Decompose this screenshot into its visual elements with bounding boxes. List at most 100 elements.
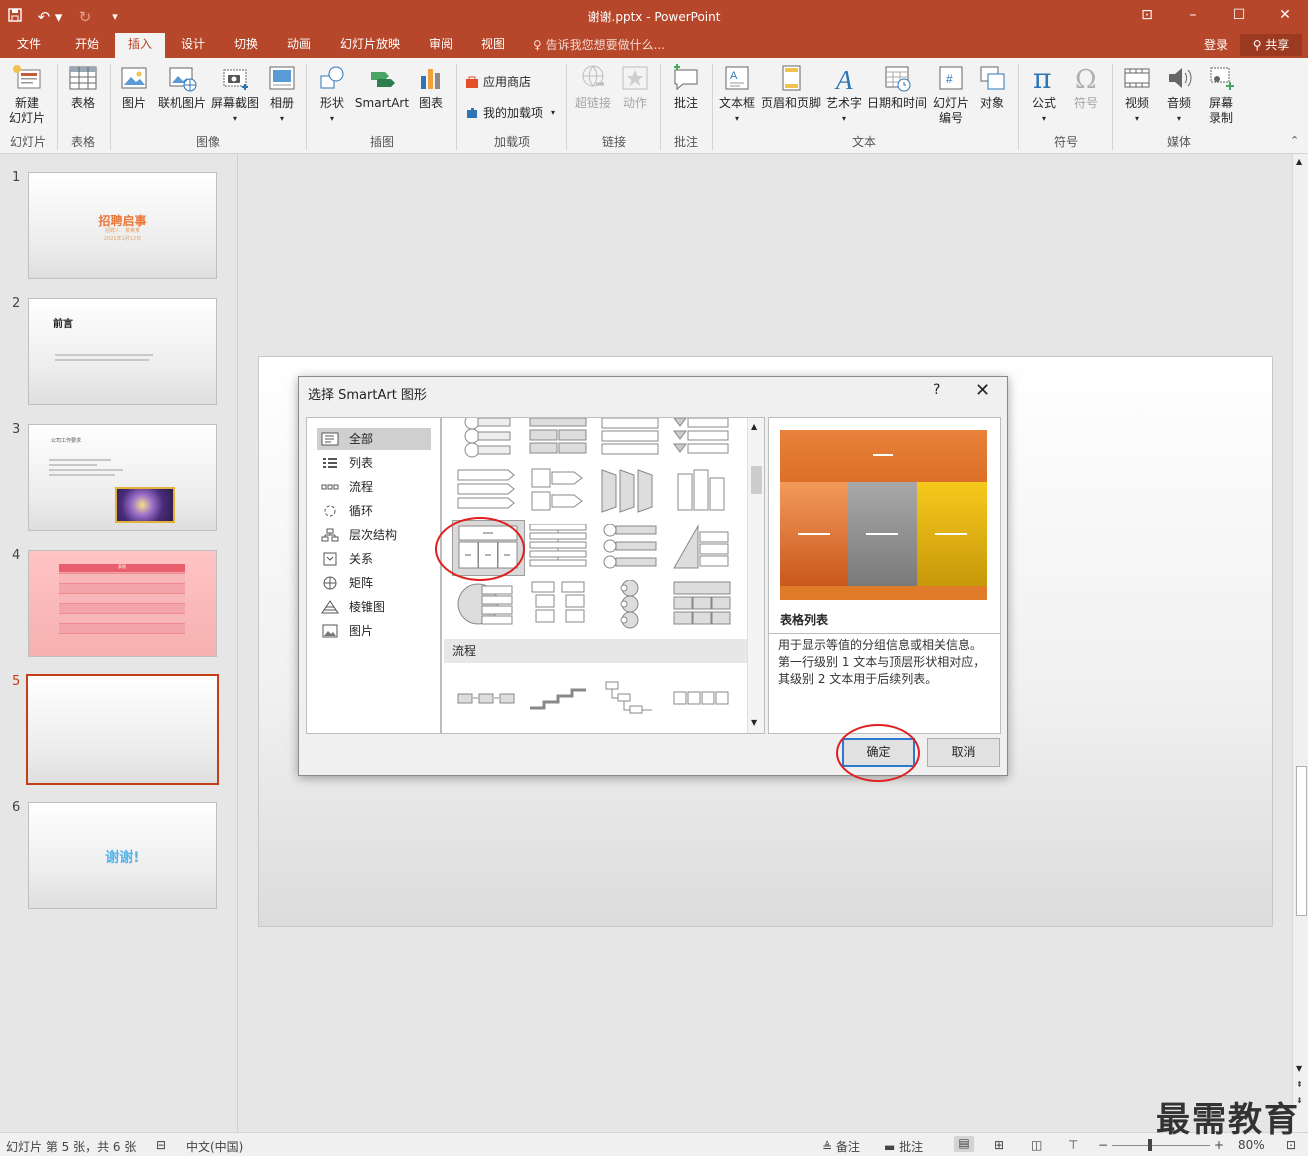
album-button[interactable]: 相册 ▾ bbox=[264, 64, 300, 126]
language-status[interactable]: 中文(中国) bbox=[186, 1138, 243, 1155]
textbox-dropdown-icon[interactable]: ▾ bbox=[716, 111, 758, 126]
layout-thumbnail[interactable] bbox=[528, 580, 588, 630]
layout-thumbnail[interactable] bbox=[600, 524, 660, 574]
table-button[interactable]: 表格 bbox=[62, 64, 104, 111]
layout-thumbnail[interactable] bbox=[528, 524, 588, 574]
addins-dropdown-icon[interactable]: ▾ bbox=[551, 108, 555, 117]
my-addins-button[interactable]: 我的加载项 ▾ bbox=[465, 104, 555, 121]
category-picture[interactable]: 图片 bbox=[317, 620, 431, 642]
gallery-scroll-up-icon[interactable]: ▲ bbox=[751, 422, 757, 431]
tab-view[interactable]: 视图 bbox=[474, 33, 512, 58]
zoom-out-button[interactable]: − bbox=[1098, 1138, 1108, 1152]
header-footer-button[interactable]: 页眉和页脚 bbox=[760, 64, 822, 111]
tab-insert[interactable]: 插入 bbox=[115, 33, 165, 58]
scroll-down-icon[interactable]: ▼ bbox=[1296, 1064, 1302, 1073]
audio-button[interactable]: 音频 ▾ bbox=[1160, 64, 1198, 126]
screenshot-button[interactable]: 屏幕截图 ▾ bbox=[209, 64, 261, 126]
album-dropdown-icon[interactable]: ▾ bbox=[264, 111, 300, 126]
category-all[interactable]: 全部 bbox=[317, 428, 431, 450]
help-button[interactable]: ? bbox=[933, 382, 940, 398]
tab-home[interactable]: 开始 bbox=[68, 33, 106, 58]
minimize-button[interactable]: – bbox=[1170, 0, 1216, 33]
scroll-up-icon[interactable]: ▲ bbox=[1296, 157, 1302, 166]
prev-slide-icon[interactable]: ⇞ bbox=[1296, 1080, 1303, 1089]
collapse-ribbon-icon[interactable]: ⌃ bbox=[1290, 134, 1299, 147]
slide-number-button[interactable]: # 幻灯片 编号 bbox=[930, 64, 972, 126]
category-hierarchy[interactable]: 层次结构 bbox=[317, 524, 431, 546]
equation-button[interactable]: π 公式 ▾ bbox=[1024, 64, 1064, 126]
slideshow-view-icon[interactable]: ⊤ bbox=[1068, 1138, 1078, 1152]
screen-record-button[interactable]: 屏幕 录制 bbox=[1200, 64, 1242, 126]
comments-status-button[interactable]: ▬ 批注 bbox=[884, 1138, 923, 1155]
audio-dropdown-icon[interactable]: ▾ bbox=[1160, 111, 1198, 126]
layout-thumbnail[interactable] bbox=[456, 674, 516, 724]
layout-thumbnail[interactable] bbox=[456, 418, 516, 468]
tab-review[interactable]: 审阅 bbox=[422, 33, 460, 58]
category-pyramid[interactable]: 棱锥图 bbox=[317, 596, 431, 618]
tab-slideshow[interactable]: 幻灯片放映 bbox=[334, 33, 406, 58]
store-button[interactable]: 应用商店 bbox=[465, 73, 531, 90]
category-relationship[interactable]: 关系 bbox=[317, 548, 431, 570]
layout-thumbnail[interactable] bbox=[528, 466, 588, 516]
tell-me-box[interactable]: ♀ 告诉我您想要做什么... bbox=[533, 33, 665, 57]
table-list-layout-thumbnail[interactable] bbox=[458, 524, 518, 574]
gallery-scrollbar[interactable]: ▲ ▼ bbox=[747, 418, 764, 733]
layout-thumbnail[interactable] bbox=[672, 418, 732, 468]
login-link[interactable]: 登录 bbox=[1204, 33, 1228, 57]
category-cycle[interactable]: 循环 bbox=[317, 500, 431, 522]
spellcheck-icon[interactable]: ⊟ bbox=[156, 1138, 166, 1152]
maximize-button[interactable]: ☐ bbox=[1216, 0, 1262, 33]
vertical-scrollbar[interactable]: ▲ ▼ ⇞ ⇟ bbox=[1292, 154, 1308, 1132]
layout-thumbnail[interactable] bbox=[600, 674, 660, 724]
comment-button[interactable]: 批注 bbox=[666, 64, 706, 111]
shapes-button[interactable]: 形状 ▾ bbox=[312, 64, 352, 126]
tab-design[interactable]: 设计 bbox=[174, 33, 212, 58]
shapes-dropdown-icon[interactable]: ▾ bbox=[312, 111, 352, 126]
object-button[interactable]: 对象 bbox=[974, 64, 1010, 111]
gallery-scroll-thumb[interactable] bbox=[751, 466, 762, 494]
action-button[interactable]: 动作 bbox=[618, 64, 652, 111]
category-matrix[interactable]: 矩阵 bbox=[317, 572, 431, 594]
video-button[interactable]: 视频 ▾ bbox=[1118, 64, 1156, 126]
slide-thumb-2[interactable]: 前言 bbox=[28, 298, 217, 405]
ok-button[interactable]: 确定 bbox=[842, 738, 915, 767]
chart-button[interactable]: 图表 bbox=[414, 64, 448, 111]
close-button[interactable]: ✕ bbox=[1262, 0, 1308, 33]
slide-thumb-5[interactable] bbox=[26, 674, 219, 785]
ribbon-display-icon[interactable]: ⊡ bbox=[1124, 0, 1170, 33]
layout-thumbnail[interactable] bbox=[456, 466, 516, 516]
layout-thumbnail[interactable] bbox=[672, 580, 732, 630]
dialog-close-icon[interactable]: ✕ bbox=[975, 380, 990, 401]
layout-thumbnail[interactable] bbox=[672, 674, 732, 724]
slide-thumb-4[interactable]: 表格 bbox=[28, 550, 217, 657]
slide-thumb-1[interactable]: 招聘启事 招聘人：某某某 2021年1月12日 bbox=[28, 172, 217, 279]
tab-animations[interactable]: 动画 bbox=[280, 33, 318, 58]
scrollbar-thumb[interactable] bbox=[1296, 766, 1307, 916]
slide-thumb-6[interactable]: 谢谢! bbox=[28, 802, 217, 909]
screenshot-dropdown-icon[interactable]: ▾ bbox=[209, 111, 261, 126]
notes-button[interactable]: ≜ 备注 bbox=[822, 1138, 860, 1155]
wordart-dropdown-icon[interactable]: ▾ bbox=[824, 111, 864, 126]
share-button[interactable]: ⚲ 共享 bbox=[1240, 34, 1302, 56]
tab-transitions[interactable]: 切换 bbox=[227, 33, 265, 58]
zoom-slider[interactable] bbox=[1112, 1139, 1210, 1151]
layout-thumbnail[interactable] bbox=[528, 674, 588, 724]
wordart-button[interactable]: A 艺术字 ▾ bbox=[824, 64, 864, 126]
video-dropdown-icon[interactable]: ▾ bbox=[1118, 111, 1156, 126]
zoom-slider-thumb[interactable] bbox=[1148, 1139, 1152, 1151]
equation-dropdown-icon[interactable]: ▾ bbox=[1024, 111, 1064, 126]
category-process[interactable]: 流程 bbox=[317, 476, 431, 498]
textbox-button[interactable]: A 文本框 ▾ bbox=[716, 64, 758, 126]
new-slide-button[interactable]: 新建 幻灯片 bbox=[4, 64, 50, 126]
slide-thumb-3[interactable]: 公司工作要求 bbox=[28, 424, 217, 531]
datetime-button[interactable]: 日期和时间 bbox=[866, 64, 928, 111]
normal-view-icon[interactable]: ▤ bbox=[954, 1136, 974, 1152]
gallery-scroll-down-icon[interactable]: ▼ bbox=[751, 718, 757, 727]
layout-thumbnail[interactable] bbox=[672, 524, 732, 574]
tab-file[interactable]: 文件 bbox=[10, 33, 48, 58]
layout-thumbnail[interactable] bbox=[600, 418, 660, 468]
slide-sorter-icon[interactable]: ⊞ bbox=[994, 1138, 1004, 1152]
layout-thumbnail[interactable] bbox=[528, 418, 588, 468]
cancel-button[interactable]: 取消 bbox=[927, 738, 1000, 767]
smartart-button[interactable]: SmartArt bbox=[354, 64, 410, 111]
